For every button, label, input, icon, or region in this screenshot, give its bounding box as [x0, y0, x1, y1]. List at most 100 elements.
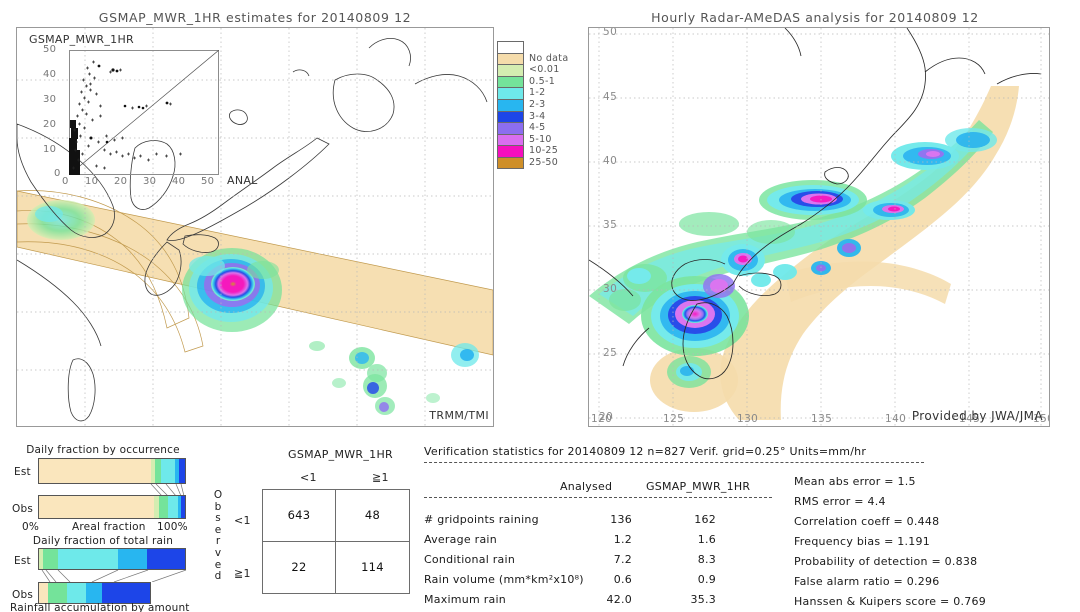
stats-score-pod: Probability of detection = 0.838 — [794, 555, 978, 568]
colorbar-entry[interactable]: 2-3 — [497, 98, 568, 111]
colorbar-label: 0.5-1 — [529, 75, 556, 87]
fraction-amount-row-label-obs: Obs — [12, 589, 34, 601]
colorbar-label: 5-10 — [529, 133, 552, 145]
lon-tick-135: 135 — [811, 413, 833, 425]
stats-row-analysed: 7.2 — [613, 553, 632, 566]
fraction-amount-connectors — [41, 570, 187, 582]
lon-tick-120: 120 — [591, 413, 613, 425]
contingency-cell-falsealarm[interactable]: 48 — [336, 490, 409, 542]
contingency-cell-hit-correctneg[interactable]: 643 — [263, 490, 336, 542]
left-map-canvas: GSMAP_MWR_1HR 50 40 30 20 10 0 0 10 20 3… — [17, 28, 493, 426]
scatter-ytick-30: 30 — [43, 94, 57, 105]
scatter-xtick-30: 30 — [143, 176, 157, 187]
fraction-occurrence-bar-obs[interactable] — [38, 495, 186, 519]
colorbar-entry[interactable]: 10-25 — [497, 145, 568, 157]
colorbar-swatch — [497, 75, 524, 88]
scatter-xtick-10: 10 — [85, 176, 99, 187]
frac-seg — [85, 583, 103, 603]
lat-tick-30: 30 — [603, 283, 618, 295]
scatter-ytick-0: 0 — [54, 168, 61, 179]
fraction-occurrence-axis-label: Areal fraction — [72, 521, 146, 533]
frac-seg — [57, 549, 118, 569]
colorbar-entry[interactable]: 1-2 — [497, 87, 568, 99]
colorbar-swatch — [497, 52, 524, 65]
stats-row-estimate: 8.3 — [697, 553, 716, 566]
lat-tick-25: 25 — [603, 347, 618, 359]
fraction-amount-bar-obs[interactable] — [38, 582, 151, 604]
stats-score-far: False alarm ratio = 0.296 — [794, 575, 940, 588]
rainrate-colorbar: No data <0.01 0.5-1 1-2 2-3 3-4 4-5 5-10… — [497, 41, 568, 169]
contingency-row-header-lt1: <1 — [234, 514, 251, 527]
scatter-ytick-10: 10 — [43, 144, 57, 155]
contingency-title: GSMAP_MWR_1HR — [288, 448, 393, 461]
colorbar-entry[interactable]: 0.5-1 — [497, 75, 568, 88]
stats-row-analysed: 136 — [610, 513, 632, 526]
colorbar-swatch — [497, 133, 524, 146]
frac-seg — [147, 549, 185, 569]
stats-score-mean-abs-error: Mean abs error = 1.5 — [794, 475, 916, 488]
fraction-amount-caption: Rainfall accumulation by amount — [10, 602, 190, 612]
scatter-xtick-20: 20 — [114, 176, 128, 187]
colorbar-swatch — [497, 98, 524, 111]
contingency-cell-hit[interactable]: 114 — [336, 542, 409, 594]
colorbar-entry[interactable] — [497, 41, 568, 53]
frac-seg — [39, 459, 151, 483]
stats-row-label: Maximum rain — [424, 593, 506, 606]
stats-row-analysed: 42.0 — [606, 593, 632, 606]
colorbar-entry[interactable]: <0.01 — [497, 64, 568, 76]
stats-row-label: # gridpoints raining — [424, 513, 539, 526]
left-map-source-label: TRMM/TMI — [429, 409, 489, 422]
frac-seg — [117, 549, 148, 569]
scatter-xtick-50: 50 — [201, 176, 215, 187]
fraction-occurrence-row-label-est: Est — [14, 466, 31, 478]
fraction-occurrence-bar-est[interactable] — [38, 458, 186, 484]
fraction-amount-title: Daily fraction of total rain — [32, 535, 174, 547]
frac-seg — [47, 583, 67, 603]
lat-tick-45: 45 — [603, 91, 618, 103]
radar-amedas-map[interactable]: 50 45 40 35 30 25 20 120 125 130 135 140… — [588, 27, 1050, 427]
fraction-occurrence-title: Daily fraction by occurrence — [26, 444, 180, 456]
verification-statistics: Verification statistics for 20140809 12 … — [424, 443, 1074, 608]
scatter-inset-xlabel: ANAL — [227, 174, 258, 187]
fraction-amount-bar-est[interactable] — [38, 548, 186, 570]
lat-tick-40: 40 — [603, 155, 618, 167]
fraction-occurrence-row-label-obs: Obs — [12, 503, 34, 515]
stats-divider-cols — [424, 497, 772, 498]
colorbar-entry[interactable]: 4-5 — [497, 122, 568, 134]
stats-row-label: Rain volume (mm*km²x10⁸) — [424, 573, 584, 586]
stats-score-correlation: Correlation coeff = 0.448 — [794, 515, 940, 528]
frac-seg — [39, 496, 155, 518]
scatter-points — [69, 50, 219, 175]
stats-col-header-estimate: GSMAP_MWR_1HR — [646, 480, 751, 493]
contingency-table: GSMAP_MWR_1HR <1 ≧1 Obse rved <1 ≧1 643 … — [190, 443, 415, 603]
contingency-col-header-ge1: ≧1 — [372, 471, 389, 484]
contingency-cell-miss[interactable]: 22 — [263, 541, 336, 593]
gsmap-estimate-map[interactable]: GSMAP_MWR_1HR 50 40 30 20 10 0 0 10 20 3… — [16, 27, 494, 427]
colorbar-entry[interactable]: No data — [497, 52, 569, 65]
stats-row-analysed: 0.6 — [613, 573, 632, 586]
right-map-graphics — [589, 28, 1049, 426]
colorbar-label: No data — [529, 52, 569, 64]
colorbar-label: 2-3 — [529, 98, 546, 110]
colorbar-swatch — [497, 87, 524, 99]
right-panel-title: Hourly Radar-AMeDAS analysis for 2014080… — [651, 10, 979, 25]
colorbar-entry[interactable]: 25-50 — [497, 156, 568, 169]
colorbar-label: 10-25 — [529, 145, 559, 157]
map-credit: Provided by JWA/JMA — [911, 409, 1043, 423]
colorbar-swatch — [497, 64, 524, 76]
lon-tick-140: 140 — [885, 413, 907, 425]
stats-row-estimate: 35.3 — [690, 593, 716, 606]
colorbar-label: <0.01 — [529, 64, 560, 76]
colorbar-entry[interactable]: 5-10 — [497, 133, 568, 146]
frac-seg — [179, 459, 185, 483]
stats-row-estimate: 1.6 — [697, 533, 716, 546]
right-map-canvas: 50 45 40 35 30 25 20 120 125 130 135 140… — [589, 28, 1049, 426]
contingency-col-header-lt1: <1 — [300, 471, 317, 484]
stats-score-rms-error: RMS error = 4.4 — [794, 495, 886, 508]
lat-tick-50: 50 — [603, 28, 618, 38]
stats-header: Verification statistics for 20140809 12 … — [424, 445, 867, 458]
colorbar-entry[interactable]: 3-4 — [497, 110, 568, 123]
lat-tick-35: 35 — [603, 219, 618, 231]
contingency-grid: 643 48 22 114 — [262, 489, 410, 594]
frac-seg — [160, 459, 175, 483]
